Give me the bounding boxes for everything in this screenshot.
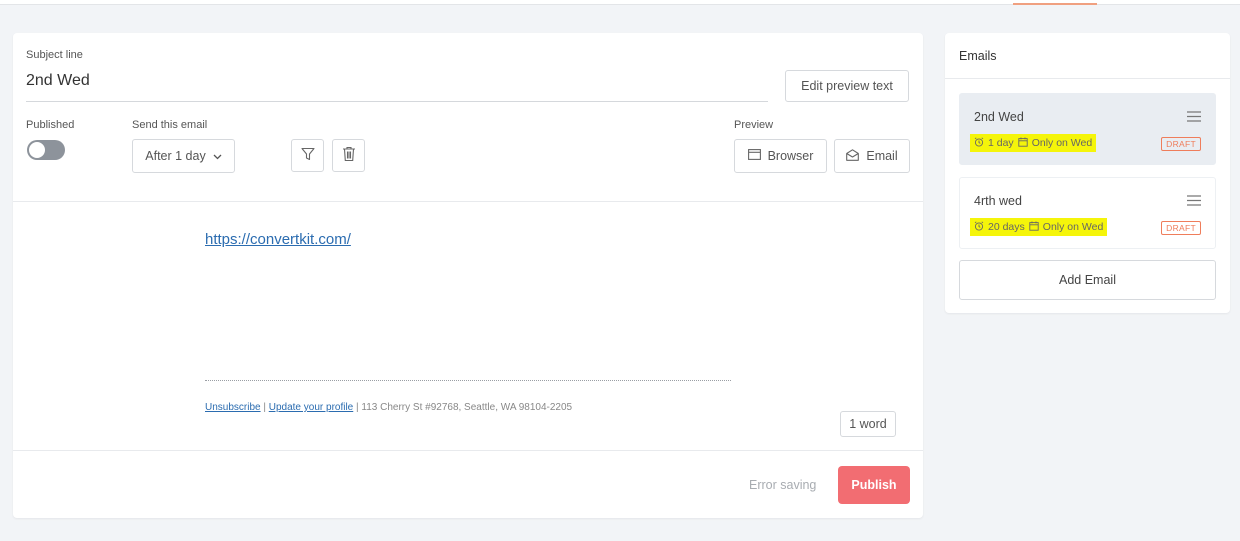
error-saving-status: Error saving bbox=[749, 478, 817, 492]
active-tab-indicator bbox=[1013, 3, 1097, 5]
preview-browser-label: Browser bbox=[767, 149, 814, 163]
edit-preview-text-label: Edit preview text bbox=[801, 79, 893, 93]
add-email-button[interactable]: Add Email bbox=[959, 260, 1216, 300]
email-name: 4rth wed bbox=[974, 194, 1022, 208]
email-list-item-2nd-wed[interactable]: 2nd Wed 1 day Only on Wed DRAFT bbox=[959, 93, 1216, 165]
publish-button[interactable]: Publish bbox=[838, 466, 910, 504]
calendar-icon bbox=[1018, 137, 1028, 150]
status-badge: DRAFT bbox=[1161, 221, 1201, 235]
filter-icon bbox=[300, 147, 315, 164]
preview-email-button[interactable]: Email bbox=[834, 139, 910, 173]
hamburger-menu-icon[interactable] bbox=[1187, 193, 1201, 211]
unsubscribe-link[interactable]: Unsubscribe bbox=[205, 402, 261, 413]
toggle-knob bbox=[29, 142, 45, 158]
status-badge: DRAFT bbox=[1161, 137, 1201, 151]
edit-preview-text-button[interactable]: Edit preview text bbox=[785, 70, 909, 102]
send-delay-select[interactable]: After 1 day bbox=[132, 139, 235, 173]
word-count-badge: 1 word bbox=[840, 411, 896, 437]
email-days: Only on Wed bbox=[1031, 137, 1093, 149]
calendar-icon bbox=[1029, 221, 1039, 234]
email-schedule-meta: 1 day Only on Wed bbox=[970, 134, 1097, 152]
footer-divider bbox=[13, 450, 923, 451]
emails-sidebar: Emails 2nd Wed 1 day Only on Wed DRAFT 4… bbox=[945, 33, 1230, 313]
email-editor-card: Subject line 2nd Wed Edit preview text P… bbox=[13, 33, 923, 518]
subject-underline bbox=[26, 101, 768, 102]
footer-separator: | bbox=[260, 402, 269, 413]
send-this-email-label: Send this email bbox=[132, 119, 208, 131]
email-delay: 20 days bbox=[988, 221, 1025, 233]
preview-email-label: Email bbox=[866, 149, 898, 163]
hamburger-menu-icon[interactable] bbox=[1187, 109, 1201, 127]
subject-line-input[interactable]: 2nd Wed bbox=[26, 72, 90, 90]
email-list-item-4rth-wed[interactable]: 4rth wed 20 days Only on Wed DRAFT bbox=[959, 177, 1216, 249]
toolbar-divider bbox=[13, 201, 923, 202]
alarm-clock-icon bbox=[974, 220, 984, 234]
footer-address: | 113 Cherry St #92768, Seattle, WA 9810… bbox=[353, 402, 573, 413]
email-name: 2nd Wed bbox=[974, 110, 1024, 124]
publish-label: Publish bbox=[851, 478, 897, 492]
published-toggle[interactable] bbox=[27, 140, 65, 160]
published-label: Published bbox=[26, 119, 75, 131]
trash-icon bbox=[342, 146, 356, 165]
email-days: Only on Wed bbox=[1042, 221, 1104, 233]
update-profile-link[interactable]: Update your profile bbox=[269, 402, 354, 413]
delete-button[interactable] bbox=[332, 139, 365, 172]
email-footer-rule bbox=[205, 380, 731, 381]
filter-button[interactable] bbox=[291, 139, 324, 172]
email-body-link[interactable]: https://convertkit.com/ bbox=[205, 231, 351, 248]
preview-browser-button[interactable]: Browser bbox=[734, 139, 827, 173]
browser-window-icon bbox=[747, 149, 761, 163]
sidebar-title: Emails bbox=[959, 49, 997, 63]
alarm-clock-icon bbox=[974, 136, 984, 150]
email-schedule-meta: 20 days Only on Wed bbox=[970, 218, 1108, 236]
sidebar-divider bbox=[945, 78, 1230, 79]
email-footer: Unsubscribe | Update your profile | 113 … bbox=[205, 402, 572, 413]
email-delay: 1 day bbox=[988, 137, 1014, 149]
envelope-open-icon bbox=[846, 148, 860, 164]
word-count-label: 1 word bbox=[849, 417, 887, 431]
preview-label: Preview bbox=[734, 119, 774, 131]
send-delay-value: After 1 day bbox=[145, 149, 206, 163]
subject-line-label: Subject line bbox=[26, 49, 83, 61]
chevron-down-icon bbox=[213, 149, 222, 163]
add-email-label: Add Email bbox=[1059, 273, 1116, 287]
